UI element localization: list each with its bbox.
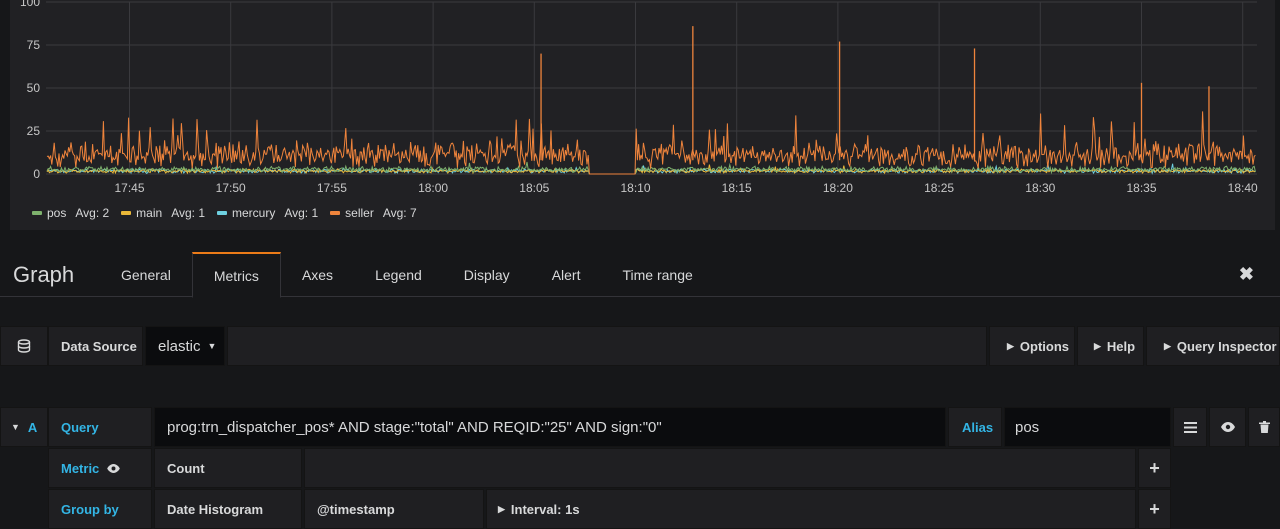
x-tick-label: 18:10: [620, 181, 650, 195]
caret-right-icon: ▶: [1094, 340, 1101, 351]
datasource-filler: [227, 326, 987, 366]
x-tick-label: 18:25: [924, 181, 954, 195]
legend-item-mercury[interactable]: mercury Avg: 1: [217, 206, 318, 220]
query-ref-toggle[interactable]: ▼ A: [0, 407, 48, 447]
x-tick-label: 17:45: [114, 181, 144, 195]
caret-down-icon: ▼: [207, 341, 217, 351]
tab-legend[interactable]: Legend: [354, 252, 443, 297]
y-tick-label: 50: [27, 81, 41, 95]
options-button[interactable]: ▶ Options: [989, 326, 1075, 366]
tab-alert[interactable]: Alert: [531, 252, 602, 297]
legend-series-avg: Avg: 1: [284, 206, 319, 220]
legend-swatch: [217, 211, 227, 215]
close-icon[interactable]: ✖: [1239, 264, 1254, 285]
x-tick-label: 18:40: [1228, 181, 1258, 195]
x-tick-label: 17:55: [317, 181, 347, 195]
legend-item-seller[interactable]: seller Avg: 7: [330, 206, 417, 220]
add-metric-button[interactable]: +: [1138, 448, 1171, 488]
caret-down-icon: ▼: [11, 422, 20, 432]
caret-right-icon: ▶: [1007, 340, 1014, 351]
query-input[interactable]: prog:trn_dispatcher_pos* AND stage:"tota…: [154, 407, 946, 447]
legend-item-main[interactable]: main Avg: 1: [121, 206, 205, 220]
datasource-select[interactable]: elastic ▼: [145, 326, 225, 366]
trash-icon[interactable]: [1248, 407, 1280, 447]
panel-editor-header: Graph General Metrics Axes Legend Displa…: [0, 252, 1280, 298]
groupby-interval-options[interactable]: ▶ Interval: 1s: [486, 489, 1136, 529]
tab-display[interactable]: Display: [443, 252, 531, 297]
legend-series-name: seller: [345, 206, 374, 220]
groupby-field-select[interactable]: @timestamp: [304, 489, 484, 529]
query-inspector-button[interactable]: ▶ Query Inspector: [1146, 326, 1280, 366]
alias-label: Alias: [948, 407, 1002, 447]
query-label: Query: [48, 407, 152, 447]
legend-series-name: main: [136, 206, 163, 220]
x-tick-label: 18:05: [519, 181, 549, 195]
legend-swatch: [121, 211, 132, 215]
metric-filler: [304, 448, 1136, 488]
tab-general[interactable]: General: [100, 252, 192, 297]
legend-swatch: [330, 211, 341, 215]
tab-time-range[interactable]: Time range: [601, 252, 713, 297]
x-tick-label: 18:00: [418, 181, 448, 195]
legend-series-avg: Avg: 2: [75, 206, 110, 220]
datasource-value: elastic: [158, 337, 201, 355]
groupby-interval: Interval: 1s: [510, 501, 580, 517]
database-icon: [0, 326, 48, 366]
legend-series-name: pos: [47, 206, 67, 220]
legend-series-name: mercury: [232, 206, 276, 220]
legend-item-pos[interactable]: pos Avg: 2: [32, 206, 109, 220]
series-line-seller: [46, 111, 1256, 175]
editor-tabs: General Metrics Axes Legend Display Aler…: [100, 252, 714, 298]
chart-legend: pos Avg: 2 main Avg: 1 mercury Avg: 1 seller Av…: [32, 206, 417, 220]
query-inspector-label: Query Inspector: [1176, 338, 1277, 354]
caret-right-icon: ▶: [1164, 340, 1171, 351]
help-label: Help: [1106, 338, 1136, 354]
x-tick-label: 17:50: [216, 181, 246, 195]
x-tick-label: 18:35: [1126, 181, 1156, 195]
add-groupby-button[interactable]: +: [1138, 489, 1171, 529]
y-tick-label: 75: [27, 38, 41, 52]
groupby-type-select[interactable]: Date Histogram: [154, 489, 302, 529]
y-tick-label: 100: [20, 0, 40, 9]
hamburger-menu-icon[interactable]: [1173, 407, 1207, 447]
graph-panel: 100 75 50 25 0 17:45 17:50 17:55 18:00 18:05 18:10…: [10, 0, 1275, 230]
y-tick-label: 0: [33, 167, 40, 181]
metric-label-cell: Metric: [48, 448, 152, 488]
y-tick-label: 25: [27, 124, 41, 138]
tab-metrics[interactable]: Metrics: [191, 252, 281, 298]
legend-swatch: [32, 211, 42, 215]
x-tick-label: 18:15: [722, 181, 752, 195]
graph-chart[interactable]: 100 75 50 25 0 17:45 17:50 17:55 18:00 18:05 18:10…: [10, 0, 1275, 230]
alias-input[interactable]: pos: [1004, 407, 1171, 447]
editor-title: Graph: [13, 262, 75, 287]
eye-icon[interactable]: [1209, 407, 1246, 447]
x-tick-label: 18:20: [823, 181, 853, 195]
options-label: Options: [1019, 338, 1070, 354]
help-button[interactable]: ▶ Help: [1077, 326, 1144, 366]
legend-series-avg: Avg: 7: [382, 206, 417, 220]
x-tick-label: 18:30: [1025, 181, 1055, 195]
datasource-label: Data Source: [48, 326, 143, 366]
legend-series-avg: Avg: 1: [171, 206, 205, 220]
metric-label: Metric: [61, 460, 100, 476]
tab-axes[interactable]: Axes: [281, 252, 354, 297]
groupby-label: Group by: [48, 489, 152, 529]
metric-type-select[interactable]: Count: [154, 448, 302, 488]
query-ref-id: A: [27, 419, 38, 435]
eye-icon[interactable]: [107, 463, 121, 473]
caret-right-icon: ▶: [498, 503, 505, 514]
